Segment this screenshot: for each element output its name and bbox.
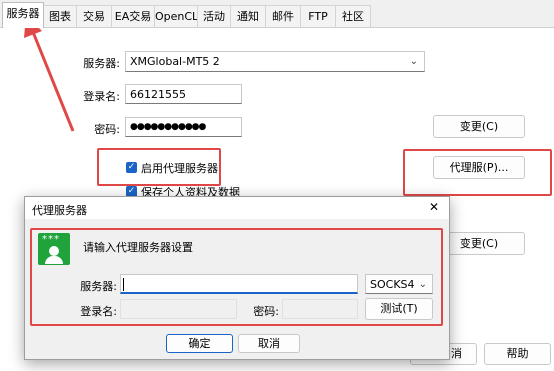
tab-server[interactable]: 服务器 xyxy=(2,2,44,28)
annotation-box-proxy-settings xyxy=(30,228,443,326)
proxy-dialog-titlebar: 代理服务器 ✕ xyxy=(25,197,449,219)
proxy-dialog: 代理服务器 ✕ *** 请输入代理服务器设置 服务器: SOCKS4 ⌄ 登录名… xyxy=(24,196,450,360)
proxy-dialog-title: 代理服务器 xyxy=(32,204,87,217)
proxy-ok-button[interactable]: 确定 xyxy=(166,334,233,353)
proxy-dialog-body: *** 请输入代理服务器设置 服务器: SOCKS4 ⌄ 登录名: 密码: 测试… xyxy=(25,219,449,359)
close-icon[interactable]: ✕ xyxy=(429,200,439,214)
proxy-cancel-button[interactable]: 取消 xyxy=(238,334,300,353)
